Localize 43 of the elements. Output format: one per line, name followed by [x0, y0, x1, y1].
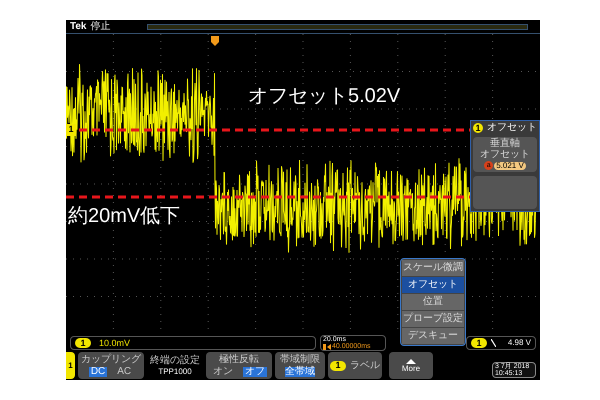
more-button[interactable]: More	[389, 352, 433, 379]
button-label: 垂直軸	[490, 139, 520, 149]
button-label: 帯域制限	[280, 354, 320, 364]
channel-marker: 1	[66, 124, 76, 136]
button-value: 全帯域	[285, 366, 315, 376]
channel-badge: 1	[75, 338, 91, 348]
toggle-option[interactable]: AC	[115, 366, 134, 376]
position-icon	[323, 344, 331, 350]
falling-edge-icon	[491, 339, 496, 347]
menu-item[interactable]: スケール微調	[402, 260, 464, 276]
annotation-text: オフセット5.02V	[248, 86, 400, 106]
up-caret-icon	[406, 358, 416, 364]
toggle-option[interactable]: オン	[211, 366, 235, 376]
menu-item[interactable]: 位置	[402, 294, 464, 310]
info-value: TPP1000	[158, 368, 192, 376]
scale-value: 10.0mV	[99, 338, 130, 348]
acquisition-state: 停止	[90, 20, 110, 32]
button-label: 極性反転	[219, 354, 259, 364]
panel-title: オフセット	[487, 123, 537, 133]
toggle-button[interactable]: カップリング DC AC	[78, 352, 144, 379]
offset-value: 5.021 V	[494, 162, 526, 170]
info-title: 終端の設定	[150, 356, 200, 366]
brand-logo: Tek	[70, 22, 86, 32]
toggle-option[interactable]: DC	[88, 366, 108, 376]
channel-tab[interactable]: 1	[66, 352, 75, 379]
toggle-button[interactable]: 極性反転 オン オフ	[206, 352, 272, 379]
trigger-marker-icon	[211, 36, 219, 46]
channel-badge: 1	[473, 123, 483, 133]
channel-badge: 1	[330, 360, 346, 370]
annotation-text: 約20mV低下	[68, 206, 180, 226]
channel-badge: 1	[471, 338, 487, 348]
bandwidth-button[interactable]: 帯域制限 全帯域	[275, 352, 325, 379]
panel-button[interactable]	[473, 176, 537, 209]
trigger-level: 4.98 V	[508, 339, 531, 347]
button-label: オフセット	[480, 150, 530, 160]
button-label: More	[402, 364, 420, 372]
label-button[interactable]: 1 ラベル	[328, 352, 382, 379]
toggle-option[interactable]: オフ	[243, 366, 267, 376]
menu-item[interactable]: デスキュー	[402, 328, 464, 344]
button-label: カップリング	[81, 354, 141, 364]
menu-item[interactable]: プローブ設定	[402, 311, 464, 327]
button-label: ラベル	[350, 360, 380, 370]
menu-item[interactable]: オフセット	[402, 277, 464, 293]
